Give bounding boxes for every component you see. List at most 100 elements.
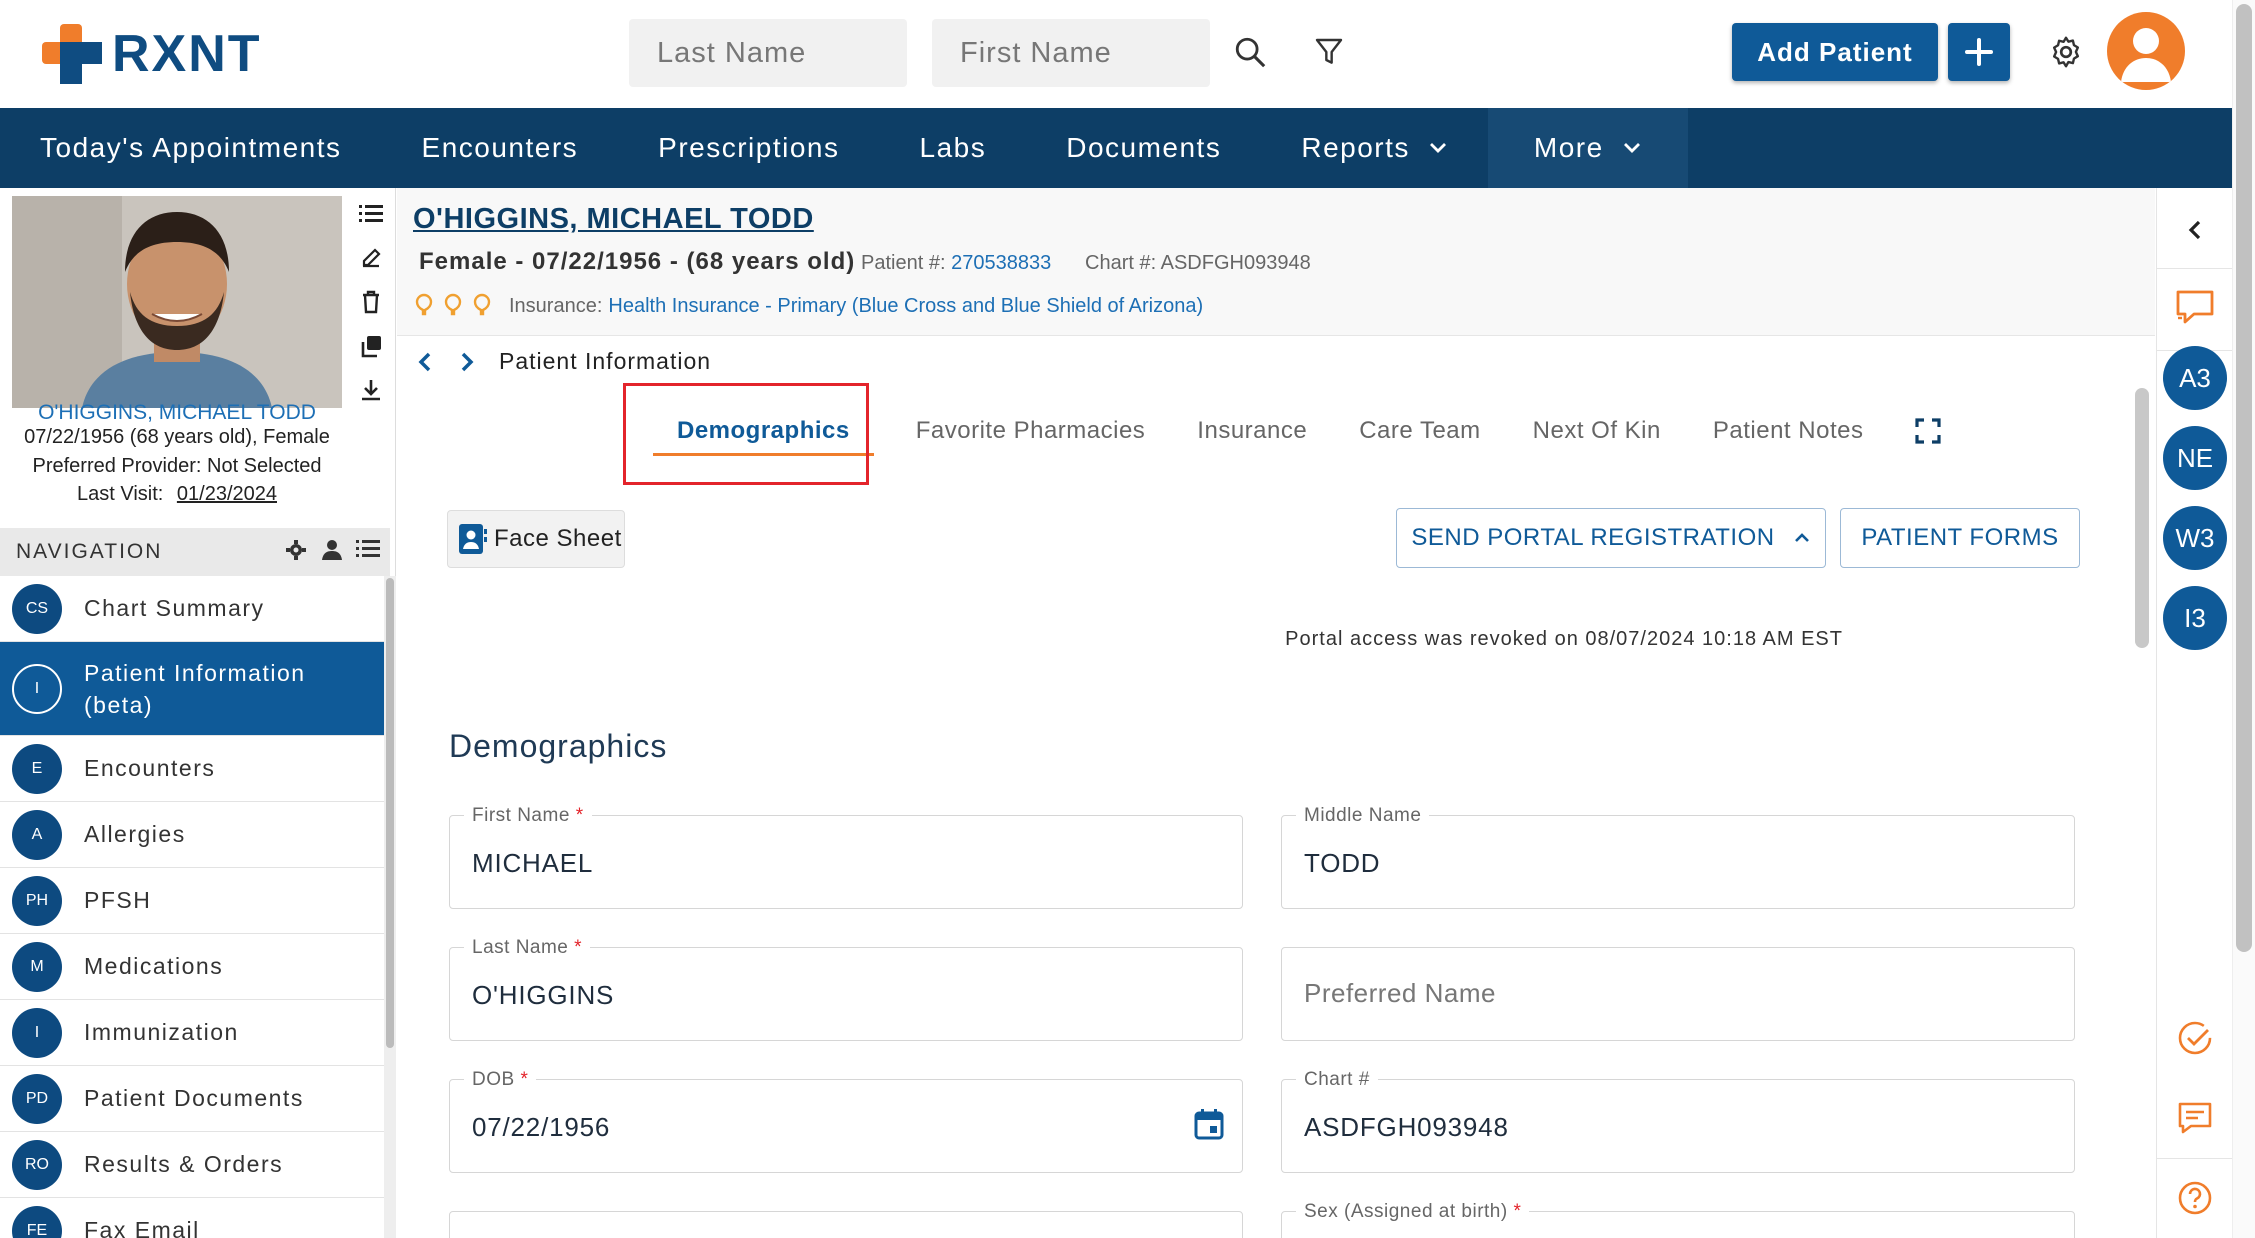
nav-item-immunization[interactable]: I Immunization xyxy=(0,1000,384,1066)
page-scrollbar[interactable] xyxy=(2232,0,2255,1238)
nav-badge: RO xyxy=(12,1139,62,1190)
chevron-down-icon xyxy=(1429,143,1446,153)
edit-icon[interactable] xyxy=(356,242,386,274)
chart-field-label: Chart # xyxy=(1296,1069,1378,1091)
navigation-heading: NAVIGATION xyxy=(16,540,163,563)
tab-favorite-pharmacies[interactable]: Favorite Pharmacies xyxy=(890,396,1172,466)
face-sheet-button[interactable]: Face Sheet xyxy=(447,510,625,568)
patient-sidebar: O'HIGGINS, MICHAEL TODD 07/22/1956 (68 y… xyxy=(0,188,396,1238)
search-icon[interactable] xyxy=(1228,30,1272,74)
nav-badge: I xyxy=(12,1007,62,1058)
nav-prescriptions[interactable]: Prescriptions xyxy=(618,108,879,188)
add-patient-button[interactable]: Add Patient xyxy=(1732,23,1938,81)
preferred-name-placeholder: Preferred Name xyxy=(1304,978,1496,1008)
list-icon[interactable] xyxy=(356,538,380,560)
last-visit-label: Last Visit: xyxy=(76,483,164,505)
last-name-value: O'HIGGINS xyxy=(472,980,615,1010)
nav-item-fax-email[interactable]: FE Fax Email xyxy=(0,1198,384,1238)
calendar-icon[interactable] xyxy=(1194,1108,1224,1140)
nav-labs[interactable]: Labs xyxy=(880,108,1027,188)
nav-todays-appointments[interactable]: Today's Appointments xyxy=(0,108,382,188)
logo-cross-icon xyxy=(42,24,102,84)
sex-label: Sex (Assigned at birth) * xyxy=(1296,1201,1530,1223)
nav-item-medications[interactable]: M Medications xyxy=(0,934,384,1000)
middle-name-label: Middle Name xyxy=(1296,805,1430,827)
nav-reports[interactable]: Reports xyxy=(1261,108,1488,188)
settings-icon[interactable] xyxy=(284,538,308,562)
rail-badge-ne[interactable]: NE xyxy=(2157,426,2233,490)
demographics-section-title: Demographics xyxy=(449,728,668,764)
send-portal-label: SEND PORTAL REGISTRATION xyxy=(1411,524,1775,551)
nav-item-label: Medications xyxy=(84,953,224,979)
rail-badge-w3[interactable]: W3 xyxy=(2157,506,2233,570)
patient-name-link[interactable]: O'HIGGINS, MICHAEL TODD xyxy=(0,401,354,425)
nav-item-encounters[interactable]: E Encounters xyxy=(0,736,384,802)
chevron-right-icon[interactable] xyxy=(457,350,477,374)
tab-patient-notes[interactable]: Patient Notes xyxy=(1687,396,1890,466)
dob-value: 07/22/1956 xyxy=(472,1112,611,1142)
nav-more[interactable]: More xyxy=(1487,108,1688,188)
rxnt-logo[interactable]: RXNT xyxy=(40,22,262,86)
list-icon[interactable] xyxy=(356,198,386,230)
first-name-field[interactable]: First Name * MICHAEL xyxy=(449,805,1243,909)
chat-icon[interactable] xyxy=(2157,276,2233,340)
nav-item-results-orders[interactable]: RO Results & Orders xyxy=(0,1132,384,1198)
download-icon[interactable] xyxy=(356,374,386,406)
rail-badge-a3[interactable]: A3 xyxy=(2157,346,2233,410)
user-avatar[interactable] xyxy=(2107,12,2185,90)
content-scrollbar[interactable] xyxy=(2131,388,2153,848)
nav-item-label: Allergies xyxy=(84,821,186,847)
nav-item-label: Results & Orders xyxy=(84,1151,284,1177)
expand-icon[interactable] xyxy=(1889,396,1967,466)
nav-item-allergies[interactable]: A Allergies xyxy=(0,802,384,868)
dob-field[interactable]: DOB * 07/22/1956 xyxy=(449,1069,1243,1173)
chevron-left-icon[interactable] xyxy=(415,350,435,374)
chart-number-value: ASDFGH093948 xyxy=(1160,252,1311,274)
nav-item-pfsh[interactable]: PH PFSH xyxy=(0,868,384,934)
help-icon[interactable] xyxy=(2157,1168,2233,1228)
last-name-search-input[interactable] xyxy=(629,19,907,87)
nav-item-chart-summary[interactable]: CS Chart Summary xyxy=(0,576,384,642)
rail-badge-i3[interactable]: I3 xyxy=(2157,586,2233,650)
patient-number-value[interactable]: 270538833 xyxy=(951,252,1051,274)
demographics-tab-highlight xyxy=(623,383,869,485)
preferred-name-field[interactable]: Preferred Name xyxy=(1281,947,2075,1041)
nav-documents[interactable]: Documents xyxy=(1026,108,1261,188)
nav-item-patient-documents[interactable]: PD Patient Documents xyxy=(0,1066,384,1132)
send-portal-registration-button[interactable]: SEND PORTAL REGISTRATION xyxy=(1396,508,1826,568)
trash-icon[interactable] xyxy=(356,286,386,318)
nav-badge: E xyxy=(12,743,62,794)
tab-next-of-kin[interactable]: Next Of Kin xyxy=(1507,396,1687,466)
first-name-search-input[interactable] xyxy=(932,19,1210,87)
next-field[interactable] xyxy=(449,1211,1243,1238)
middle-name-field[interactable]: Middle Name TODD xyxy=(1281,805,2075,909)
patient-tools xyxy=(356,198,386,418)
copy-icon[interactable] xyxy=(356,330,386,362)
person-icon[interactable] xyxy=(320,538,344,562)
tab-care-team[interactable]: Care Team xyxy=(1333,396,1506,466)
right-rail: A3 NE W3 I3 xyxy=(2156,188,2233,1238)
patient-photo xyxy=(12,196,342,408)
nav-badge: CS xyxy=(12,583,62,634)
patient-number: Patient #: 270538833 xyxy=(861,252,1051,275)
insurance-link[interactable]: Health Insurance - Primary (Blue Cross a… xyxy=(608,295,1203,318)
last-name-field[interactable]: Last Name * O'HIGGINS xyxy=(449,937,1243,1041)
sex-assigned-at-birth-field[interactable]: Sex (Assigned at birth) * xyxy=(1281,1201,2075,1238)
collapse-rail-icon[interactable] xyxy=(2157,210,2233,250)
filter-icon[interactable] xyxy=(1307,30,1351,74)
gear-icon[interactable] xyxy=(2044,30,2088,74)
nav-item-label: PFSH xyxy=(84,887,152,913)
chart-number-field[interactable]: Chart # ASDFGH093948 xyxy=(1281,1069,2075,1173)
last-visit-link[interactable]: 01/23/2024 xyxy=(177,483,277,505)
messages-icon[interactable] xyxy=(2157,1088,2233,1148)
patient-forms-button[interactable]: PATIENT FORMS xyxy=(1840,508,2080,568)
nav-item-patient-information[interactable]: I Patient Information (beta) xyxy=(0,642,384,736)
nav-item-label: Patient Documents xyxy=(84,1085,304,1111)
tab-insurance[interactable]: Insurance xyxy=(1171,396,1333,466)
quick-add-button[interactable] xyxy=(1948,23,2010,81)
sidebar-scrollbar[interactable] xyxy=(384,576,396,1238)
nav-encounters[interactable]: Encounters xyxy=(382,108,619,188)
patient-title[interactable]: O'HIGGINS, MICHAEL TODD xyxy=(413,203,814,236)
nav-item-label: Immunization xyxy=(84,1019,239,1045)
tasks-check-icon[interactable] xyxy=(2157,1008,2233,1068)
